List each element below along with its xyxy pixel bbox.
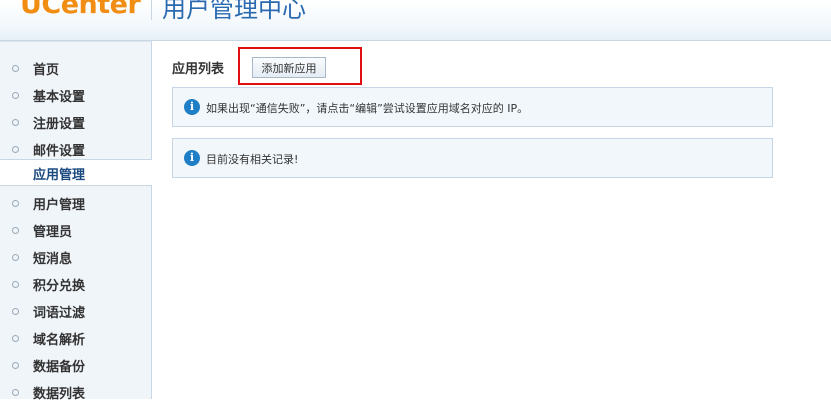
notice-communication-hint: i 如果出现“通信失败”，请点击“编辑”尝试设置应用域名对应的 IP。 [172,87,773,127]
sidebar-item-label: 域名解析 [33,333,86,348]
sidebar-item-home[interactable]: 首页 [0,54,151,81]
sidebar-item-registration-settings[interactable]: 注册设置 [0,108,151,135]
bullet-icon [12,200,19,207]
sidebar-item-label: 注册设置 [33,117,86,132]
sidebar-item-short-messages[interactable]: 短消息 [0,243,151,270]
page-title: 用户管理中心 [162,0,306,23]
sidebar-item-label: 管理员 [33,225,73,240]
header: UCenter 用户管理中心 [0,0,831,41]
sidebar-item-administrators[interactable]: 管理员 [0,216,151,243]
sidebar-item-label: 数据备份 [33,360,86,375]
sidebar-item-label: 应用管理 [33,168,86,183]
sidebar-item-app-management[interactable]: 应用管理 [0,159,152,186]
sidebar: 首页 基本设置 注册设置 邮件设置 应用管理 用户管理 管理员 短消息 积分兑换… [0,41,152,402]
bullet-icon [12,389,19,396]
sidebar-item-data-list[interactable]: 数据列表 [0,378,151,405]
bullet-icon [12,362,19,369]
section-title: 应用列表 [172,62,225,77]
sidebar-item-label: 用户管理 [33,198,86,213]
info-icon: i [184,99,200,115]
bullet-icon [12,254,19,261]
sidebar-item-label: 数据列表 [33,387,86,402]
notice-text: 目前没有相关记录! [206,153,299,166]
sidebar-item-label: 邮件设置 [33,144,86,159]
notice-text: 如果出现“通信失败”，请点击“编辑”尝试设置应用域名对应的 IP。 [206,102,529,115]
bullet-icon [12,227,19,234]
header-divider [151,0,152,20]
bullet-icon [12,65,19,72]
bullet-icon [12,308,19,315]
sidebar-item-basic-settings[interactable]: 基本设置 [0,81,151,108]
bullet-icon [12,92,19,99]
sidebar-item-label: 基本设置 [33,90,86,105]
sidebar-item-word-filter[interactable]: 词语过滤 [0,297,151,324]
sidebar-item-credit-exchange[interactable]: 积分兑换 [0,270,151,297]
sidebar-item-user-management[interactable]: 用户管理 [0,189,151,216]
sidebar-item-label: 短消息 [33,252,73,267]
bullet-icon [12,335,19,342]
sidebar-item-label: 首页 [33,63,60,78]
sidebar-item-label: 词语过滤 [33,306,86,321]
sidebar-item-label: 积分兑换 [33,279,86,294]
info-icon: i [184,150,200,166]
bullet-icon [12,119,19,126]
bullet-icon [12,281,19,288]
add-app-button[interactable]: 添加新应用 [252,57,326,78]
bullet-icon [12,146,19,153]
ucenter-logo[interactable]: UCenter [20,0,141,20]
sidebar-item-domain-resolution[interactable]: 域名解析 [0,324,151,351]
notice-empty-records: i 目前没有相关记录! [172,138,773,178]
sidebar-item-mail-settings[interactable]: 邮件设置 [0,135,151,162]
sidebar-item-data-backup[interactable]: 数据备份 [0,351,151,378]
